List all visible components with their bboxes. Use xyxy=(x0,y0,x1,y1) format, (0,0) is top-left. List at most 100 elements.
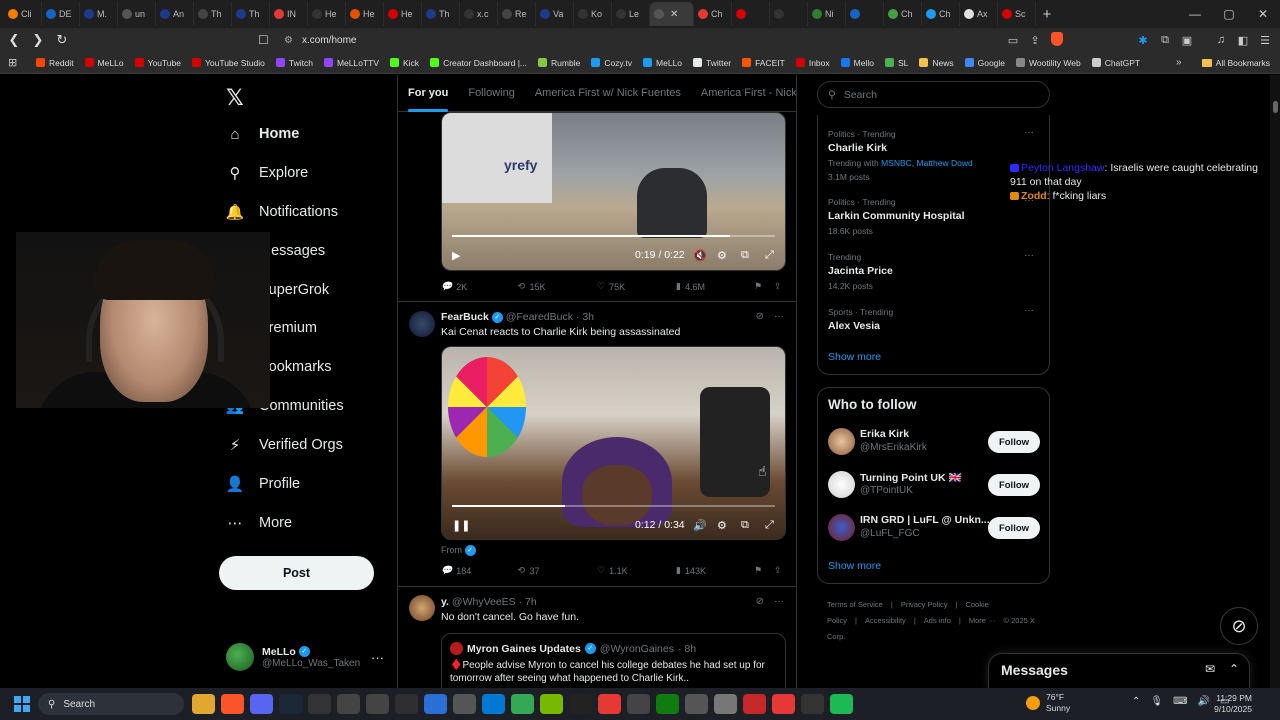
bookmark-item[interactable]: Twitter xyxy=(693,58,731,68)
expand-icon[interactable]: ⌃ xyxy=(1229,662,1239,676)
x-logo-icon[interactable]: 𝕏 xyxy=(226,85,244,111)
extensions-icon[interactable]: ⧉ xyxy=(1156,34,1174,47)
nav-item-home[interactable]: ⌂ Home xyxy=(226,125,299,143)
follow-button[interactable]: Follow xyxy=(988,517,1040,539)
footer-link[interactable]: Terms of Service xyxy=(827,600,883,609)
play-icon[interactable]: ▶ xyxy=(452,249,460,262)
url-text[interactable]: x.com/home xyxy=(302,35,356,46)
app-icon[interactable] xyxy=(482,694,505,714)
browser-tab[interactable]: Ax xyxy=(960,2,998,26)
windows-start-icon[interactable] xyxy=(14,696,30,712)
app-icon[interactable] xyxy=(772,694,795,714)
browser-tab[interactable]: He xyxy=(346,2,384,26)
network-icon[interactable]: ⌨ xyxy=(1173,696,1187,707)
discord-icon[interactable] xyxy=(250,694,273,714)
reply-button[interactable]: 💬 184 xyxy=(441,565,471,576)
bookmark-item[interactable]: Kick xyxy=(390,58,419,68)
like-button[interactable]: ♡ 75K xyxy=(597,281,625,292)
browser-tab[interactable]: Th xyxy=(422,2,460,26)
browser-tab[interactable]: IN xyxy=(270,2,308,26)
grok-icon[interactable]: ⊘ xyxy=(756,311,764,322)
brave-shield-icon[interactable] xyxy=(1048,31,1066,49)
bookmark-item[interactable]: Google xyxy=(964,58,1005,68)
bookmark-page-icon[interactable]: ☐ xyxy=(258,33,276,47)
clock[interactable]: 11:29 PM 9/10/2025 xyxy=(1214,693,1252,715)
video-progress-bar[interactable] xyxy=(452,505,775,507)
nav-item-profile[interactable]: 👤 Profile xyxy=(226,475,300,493)
bookmarks-overflow[interactable]: » xyxy=(1176,57,1182,68)
bookmark-item[interactable]: Reddit xyxy=(36,58,74,68)
bookmark-item[interactable]: News xyxy=(919,58,954,68)
more-icon[interactable]: ··· xyxy=(774,596,784,607)
browser-tab[interactable]: Ch xyxy=(922,2,960,26)
cast-icon[interactable]: ▭ xyxy=(1004,34,1022,47)
all-bookmarks[interactable]: All Bookmarks xyxy=(1201,58,1270,68)
fullscreen-icon[interactable]: ⤢ xyxy=(765,519,774,532)
bookmark-item[interactable]: FACEIT xyxy=(742,58,785,68)
browser-tab[interactable]: Ko xyxy=(574,2,612,26)
bookmark-item[interactable]: MeLLo xyxy=(643,58,682,68)
browser-tab[interactable]: Ch xyxy=(694,2,732,26)
account-more-icon[interactable]: ··· xyxy=(371,650,384,665)
reload-icon[interactable]: ↻ xyxy=(52,32,72,48)
bookmark-item[interactable]: YouTube xyxy=(134,58,181,68)
like-button[interactable]: ♡ 1.1K xyxy=(597,565,628,576)
share-icon[interactable]: ⇪ xyxy=(774,565,782,576)
url-field[interactable]: ☐ ⚙ x.com/home xyxy=(258,30,1048,50)
bookmark-item[interactable]: ChatGPT xyxy=(1091,58,1140,68)
browser-tab[interactable]: Cli xyxy=(4,2,42,26)
xbox-icon[interactable] xyxy=(656,694,679,714)
nav-item-notifications[interactable]: 🔔 Notifications xyxy=(226,203,338,221)
show-more-trends[interactable]: Show more xyxy=(828,351,881,363)
trend-item[interactable]: Politics · Trending Charlie Kirk Trending … xyxy=(828,127,1040,182)
scrollbar-thumb[interactable] xyxy=(1273,101,1278,113)
browser-tab[interactable]: Th xyxy=(194,2,232,26)
browser-tab[interactable]: x.c xyxy=(460,2,498,26)
browser-tab[interactable] xyxy=(732,2,770,26)
browser-tab[interactable]: Th xyxy=(232,2,270,26)
minimize-button[interactable]: — xyxy=(1178,0,1212,28)
show-more-follow[interactable]: Show more xyxy=(828,560,881,572)
nav-item-verified-orgs[interactable]: ⚡ Verified Orgs xyxy=(226,436,343,454)
author-name[interactable]: y. xyxy=(441,596,449,608)
translate-icon[interactable]: ✱ xyxy=(1134,34,1152,47)
footer-link[interactable]: More ··· xyxy=(969,616,996,625)
browser-tab[interactable]: An xyxy=(156,2,194,26)
timeline-tab[interactable]: America First - Nick Fu xyxy=(691,75,796,112)
messages-drawer[interactable]: Messages ✉ ⌃ xyxy=(988,653,1250,688)
browser-tab[interactable]: Va xyxy=(536,2,574,26)
trend-more-icon[interactable]: ··· xyxy=(1024,250,1034,261)
brave-icon[interactable] xyxy=(221,694,244,714)
close-window-button[interactable]: ✕ xyxy=(1246,0,1280,28)
app-icon[interactable] xyxy=(743,694,766,714)
footer-link[interactable]: Accessibility xyxy=(865,616,906,625)
page-scrollbar[interactable] xyxy=(1270,75,1280,688)
browser-tab[interactable]: He xyxy=(308,2,346,26)
apps-grid-icon[interactable]: ⊞ xyxy=(8,56,22,69)
volume-icon[interactable]: 🔊 xyxy=(1198,696,1210,707)
app-icon[interactable] xyxy=(337,694,360,714)
browser-tab[interactable] xyxy=(770,2,808,26)
author-handle[interactable]: @WhyVeeES xyxy=(452,596,516,608)
trend-related-link[interactable]: MSNBC, Matthew Dowd xyxy=(881,158,973,168)
bookmark-item[interactable]: MeLLo xyxy=(84,58,124,68)
avatar[interactable] xyxy=(409,311,435,337)
trend-item[interactable]: Sports · Trending Alex Vesia ··· xyxy=(828,305,1040,332)
app-icon[interactable] xyxy=(598,694,621,714)
views-button[interactable]: ▮ 143K xyxy=(676,565,706,576)
follow-suggestion[interactable]: Erika Kirk @MrsErikaKirk Follow xyxy=(828,428,1040,456)
browser-tab[interactable]: He xyxy=(384,2,422,26)
bookmark-item[interactable]: SL xyxy=(884,58,908,68)
settings-icon[interactable]: ⚙ xyxy=(717,519,727,532)
footer-link[interactable]: Privacy Policy xyxy=(901,600,948,609)
pip-icon[interactable]: ⧉ xyxy=(741,249,749,262)
tweet2-video[interactable]: ❚❚ 0:12 / 0:34 🔊 ⚙ ⧉ ⤢ xyxy=(441,346,786,540)
new-message-icon[interactable]: ✉ xyxy=(1205,662,1215,676)
account-switcher[interactable]: MeLLo ✓ @MeLLo_Was_Taken xyxy=(226,643,360,671)
trend-item[interactable]: Politics · Trending Larkin Community Hosp… xyxy=(828,195,1040,236)
bookmark-item[interactable]: YouTube Studio xyxy=(191,58,265,68)
chrome-icon[interactable] xyxy=(511,694,534,714)
more-icon[interactable]: ··· xyxy=(774,311,784,322)
repost-button[interactable]: ⟲ 37 xyxy=(518,565,540,576)
spotify-icon[interactable] xyxy=(830,694,853,714)
